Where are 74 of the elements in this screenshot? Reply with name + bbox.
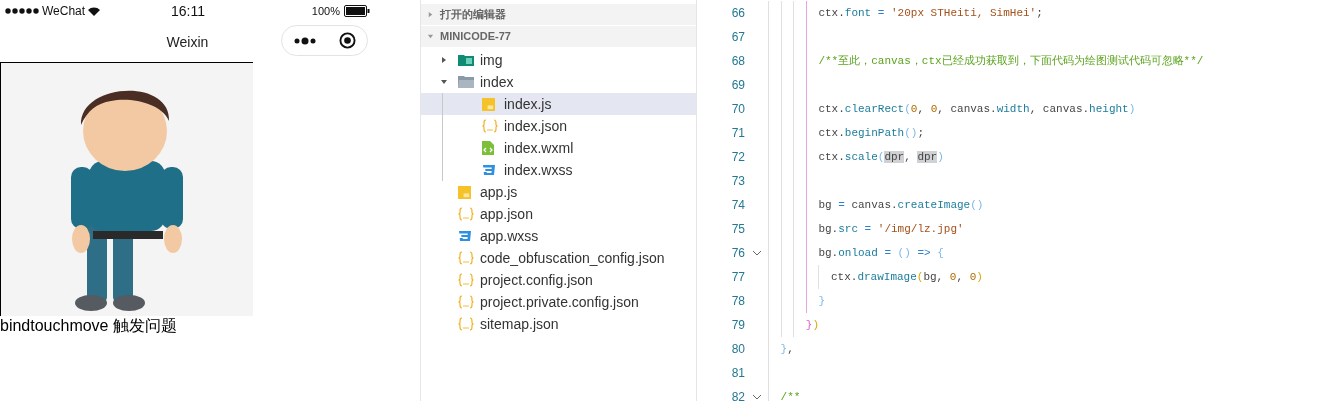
battery-icon [344,5,370,17]
line-number: 76 [730,245,745,262]
js-file-icon [482,97,495,111]
code-line: ctx.beginPath(); [818,125,924,141]
caption: bindtouchmove 触发问题 [0,316,178,336]
more-icon[interactable] [293,36,316,45]
line-number: 71 [730,125,745,142]
braces-icon [458,317,474,331]
code-line: }) [805,317,819,333]
caret-down-icon[interactable] [440,78,448,86]
record-icon[interactable] [338,32,356,49]
code-line: bg.onload = () => { [818,245,944,261]
code-line: } [818,293,825,309]
line-number: 77 [730,269,745,286]
section-header[interactable]: 打开的编辑器 [421,4,696,25]
fold-chevron-icon[interactable] [751,394,762,400]
braces-icon [458,251,474,265]
code-line: /**至此，canvas，ctx已经成功获取到，下面代码为绘图测试代码可忽略**/ [818,53,1204,69]
line-number: 68 [730,53,745,70]
css-icon [458,230,472,242]
line-number: 80 [730,341,745,358]
line-number: 72 [730,149,745,166]
file-tree-item[interactable]: project.config.json [421,269,696,291]
carrier-label: WeChat [42,3,86,20]
file-tree-item[interactable]: app.js [421,181,696,203]
line-number: 74 [730,197,745,214]
fold-chevron-icon[interactable] [751,250,762,256]
folder-icon [458,76,474,88]
code-line: }, [780,341,794,357]
code-line: bg.src = '/img/lz.jpg' [818,221,964,237]
line-number: 66 [730,5,745,22]
wifi-icon [88,6,101,16]
file-tree-item[interactable]: app.json [421,203,696,225]
file-tree-item[interactable]: project.private.config.json [421,291,696,313]
nav-title: Weixin [166,32,209,52]
file-code-icon [482,141,494,155]
code-line: ctx.font = '20px STHeiti, SimHei'; [818,5,1043,21]
code-line: bg = canvas.createImage() [818,197,984,213]
line-number: 75 [730,221,745,238]
braces-icon [458,207,474,221]
code-line: ctx.scale(dpr, dpr) [818,149,944,165]
js-file-icon [458,185,471,199]
file-tree-item[interactable]: index [421,71,696,93]
file-tree-item[interactable]: code_obfuscation_config.json [421,247,696,269]
braces-icon [458,273,474,287]
line-number: 78 [730,293,745,310]
caret-right-icon[interactable] [440,56,448,64]
line-number: 79 [730,317,745,334]
code-line: ctx.drawImage(bg, 0, 0) [830,269,983,285]
file-tree-item[interactable]: app.wxss [421,225,696,247]
line-number: 73 [730,173,745,190]
file-tree-item[interactable]: index.js [421,93,696,115]
line-number: 82 [730,389,745,401]
signal-icon [5,8,39,14]
battery-percent: 100% [311,3,340,19]
line-number: 69 [730,77,745,94]
line-number: 81 [730,365,745,382]
line-number: 70 [730,101,745,118]
css-icon [482,164,496,176]
file-tree-item[interactable]: index.wxml [421,137,696,159]
file-tree-item[interactable]: img [421,49,696,71]
line-number: 67 [730,29,745,46]
file-tree-item[interactable]: sitemap.json [421,313,696,335]
braces-icon [482,119,498,133]
image-folder-icon [458,54,474,66]
code-line: ctx.clearRect(0, 0, canvas.width, canvas.height) [818,101,1136,117]
caret-down-icon [427,33,434,40]
caret-right-icon [427,11,434,18]
braces-icon [458,295,474,309]
file-tree-item[interactable]: index.wxss [421,159,696,181]
code-line: /** [780,389,801,401]
status-time: 16:11 [170,1,206,21]
section-header[interactable]: MINICODE-77 [421,26,696,47]
file-tree-item[interactable]: index.json [421,115,696,137]
